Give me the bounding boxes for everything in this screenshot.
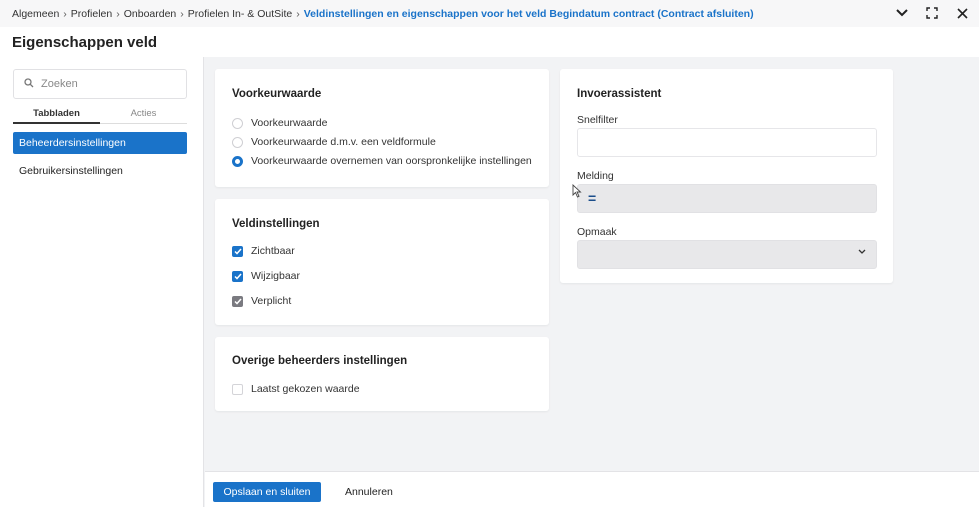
sidebar: Tabbladen Acties Beheerdersinstellingen … [0, 57, 204, 507]
checkbox-label: Laatst gekozen waarde [251, 383, 360, 395]
checkbox-label: Wijzigbaar [251, 270, 301, 282]
melding-value: = [588, 190, 597, 206]
radio-button[interactable] [232, 136, 243, 148]
checkbox-row[interactable]: Wijzigbaar [232, 270, 300, 282]
radio-button-selected[interactable] [232, 155, 243, 167]
breadcrumb-separator: › [116, 7, 120, 20]
veldinstellingen-title: Veldinstellingen [232, 218, 320, 230]
cancel-button[interactable]: Annuleren [345, 482, 393, 502]
mouse-cursor-icon [572, 183, 582, 201]
breadcrumb-item[interactable]: Profielen [71, 8, 112, 20]
footer-bar: Opslaan en sluiten Annuleren [205, 471, 979, 507]
invoerassistent-title: Invoerassistent [577, 88, 662, 100]
radio-label: Voorkeurwaarde [251, 117, 328, 129]
checkbox-row[interactable]: Zichtbaar [232, 245, 295, 257]
breadcrumb-current: Veldinstellingen en eigenschappen voor h… [303, 7, 754, 20]
overige-title: Overige beheerders instellingen [232, 355, 408, 367]
breadcrumb-separator: › [63, 7, 67, 20]
breadcrumb-item[interactable]: Profielen In- & OutSite [188, 8, 292, 20]
voorkeurwaarde-card: Voorkeurwaarde Voorkeurwaarde Voorkeurwa… [215, 69, 549, 187]
veldinstellingen-card: Veldinstellingen Zichtbaar Wijzigbaar Ve… [215, 199, 549, 325]
radio-label: Voorkeurwaarde d.m.v. een veldformule [251, 136, 436, 148]
breadcrumb-separator: › [180, 7, 184, 20]
voorkeurwaarde-title: Voorkeurwaarde [232, 88, 322, 100]
snelfilter-field[interactable] [577, 128, 877, 157]
checkbox-checked[interactable] [232, 245, 243, 257]
top-bar: Algemeen › Profielen › Onboarden › Profi… [0, 0, 979, 27]
page-title: Eigenschappen veld [12, 33, 158, 51]
tab-tabbladen[interactable]: Tabbladen [13, 108, 100, 124]
tab-acties[interactable]: Acties [100, 108, 187, 124]
checkbox-label: Zichtbaar [251, 245, 295, 257]
search-icon [24, 77, 34, 91]
breadcrumb: Algemeen › Profielen › Onboarden › Profi… [12, 8, 754, 20]
opmaak-label: Opmaak [577, 226, 617, 238]
save-and-close-button[interactable]: Opslaan en sluiten [213, 482, 321, 502]
sidebar-tabs: Tabbladen Acties [13, 108, 187, 124]
breadcrumb-separator: › [296, 7, 300, 20]
radio-option[interactable]: Voorkeurwaarde overnemen van oorspronkel… [232, 155, 532, 167]
checkbox-checked[interactable] [232, 270, 243, 282]
snelfilter-label: Snelfilter [577, 114, 618, 126]
checkbox-checked-disabled [232, 295, 243, 307]
breadcrumb-item[interactable]: Algemeen [12, 8, 59, 20]
breadcrumb-item[interactable]: Onboarden [124, 8, 177, 20]
checkbox-row: Verplicht [232, 295, 291, 307]
checkbox-row[interactable]: Laatst gekozen waarde [232, 383, 360, 395]
close-icon[interactable] [953, 4, 971, 22]
radio-option[interactable]: Voorkeurwaarde [232, 117, 327, 129]
checkbox-label: Verplicht [251, 295, 292, 307]
search-box[interactable] [13, 69, 187, 99]
chevron-down-icon [858, 247, 866, 258]
checkbox-unchecked[interactable] [232, 383, 243, 395]
opmaak-select[interactable] [577, 240, 877, 269]
search-input[interactable] [41, 78, 171, 90]
radio-label: Voorkeurwaarde overnemen van oorspronkel… [251, 155, 532, 167]
radio-button[interactable] [232, 117, 243, 129]
sidebar-item-beheerdersinstellingen[interactable]: Beheerdersinstellingen [13, 132, 187, 154]
melding-field[interactable]: = [577, 184, 877, 213]
melding-label: Melding [577, 170, 614, 182]
expand-icon[interactable] [923, 4, 941, 22]
sidebar-item-gebruikersinstellingen[interactable]: Gebruikersinstellingen [13, 160, 187, 182]
invoerassistent-card: Invoerassistent Snelfilter Melding = Opm… [560, 69, 893, 283]
chevron-down-icon[interactable] [893, 4, 911, 22]
overige-card: Overige beheerders instellingen Laatst g… [215, 337, 549, 411]
radio-option[interactable]: Voorkeurwaarde d.m.v. een veldformule [232, 136, 436, 148]
title-bar: Eigenschappen veld [0, 27, 979, 57]
main-content: Voorkeurwaarde Voorkeurwaarde Voorkeurwa… [205, 57, 979, 471]
